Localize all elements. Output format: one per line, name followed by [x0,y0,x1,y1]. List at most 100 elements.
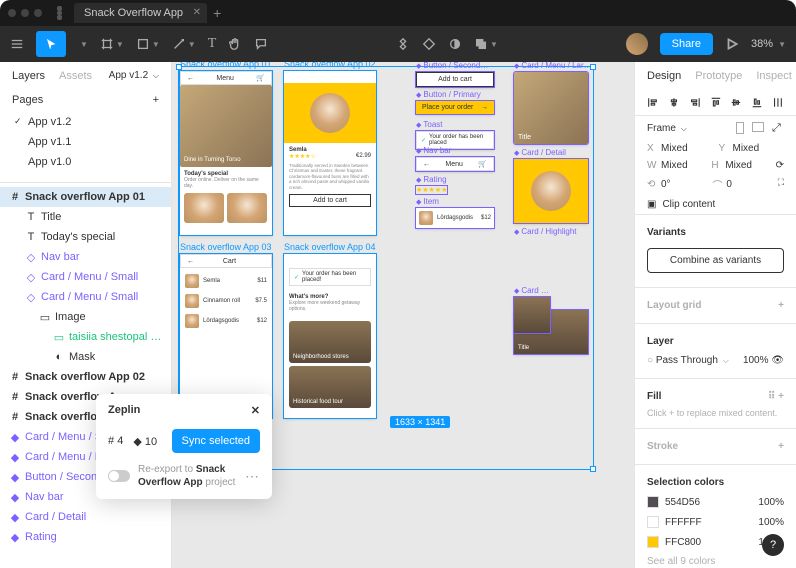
frame-label[interactable]: Snack overflow App 02 [284,62,376,69]
add-grid-button[interactable]: + [778,300,784,311]
zoom-level[interactable]: 38% ▼ [751,38,786,50]
layer-row[interactable]: ◐Mask [0,347,171,367]
boolean-icon[interactable] [448,37,462,51]
page-item[interactable]: App v1.1 [4,132,167,152]
mask-icon[interactable] [422,37,436,51]
union-icon[interactable]: ▼ [474,37,498,51]
sync-button[interactable]: Sync selected [172,429,260,453]
resize-fit-icon[interactable]: ⤢ [772,122,784,132]
frame-label[interactable]: Snack overflow App 04 [284,242,376,252]
component-label[interactable]: Nav bar [416,146,451,155]
component-icon[interactable] [396,37,410,51]
landscape-icon[interactable] [752,122,764,132]
figma-logo-icon[interactable] [54,6,64,20]
tab-assets[interactable]: Assets [59,70,92,82]
selection-dimensions: 1633 × 1341 [390,416,450,428]
frame-label[interactable]: Snack overflow App 01 [180,62,272,69]
visibility-icon[interactable]: 👁 [771,355,784,366]
component-label[interactable]: Card / Detail [514,148,566,157]
w-input[interactable]: Mixed [661,160,688,171]
corners-icon[interactable]: ⛶ [778,177,784,192]
more-icon[interactable]: ⋯ [245,468,260,485]
window-controls[interactable] [8,9,42,17]
component-label[interactable]: Rating [416,175,447,184]
component-label[interactable]: Card / Menu / Lar… [514,62,592,70]
frame-label[interactable]: Snack overflow App 03 [180,242,272,252]
move-tool[interactable] [36,31,66,57]
page-item[interactable]: App v1.2 [4,112,167,132]
present-icon[interactable] [725,37,739,51]
new-tab-button[interactable]: + [213,5,221,21]
layer-row[interactable]: ◇Nav bar [0,247,171,267]
component-label[interactable]: Button / Primary [416,90,481,99]
shape-tool[interactable]: ▼ [136,37,160,51]
text-tool[interactable]: T [208,36,217,52]
tab-prototype[interactable]: Prototype [695,70,742,82]
layer-row[interactable]: ▭taisiia shestopal NLpRolH… [0,327,171,347]
layer-row[interactable]: ◆Rating [0,527,171,547]
layer-row[interactable]: TTitle [0,207,171,227]
component[interactable]: Place your order→ [416,101,494,114]
layer-tree: #Snack overflow App 01TTitleTToday's spe… [0,182,171,568]
portrait-icon[interactable] [736,122,744,134]
component[interactable]: Lördagsgodis$12 [416,208,494,228]
component[interactable]: ←Menu🛒 [416,157,494,171]
close-icon[interactable]: ✕ [193,7,201,18]
add-fill-button[interactable]: + [778,391,784,402]
style-icon[interactable]: ⠿ [768,391,775,402]
layer-row[interactable]: TToday's special [0,227,171,247]
component-label[interactable]: Item [416,197,439,206]
artboard[interactable]: ←Menu🛒 Dine in Turning Torso Today's spe… [180,71,272,235]
tab-inspect[interactable]: Inspect [756,70,791,82]
y-input[interactable]: Mixed [733,143,760,154]
zeplin-title: Zeplin [108,404,140,417]
layer-row[interactable]: ▭Image [0,307,171,327]
artboard[interactable]: Semla★★★★☆€2.99Traditionally served in S… [284,71,376,235]
comment-tool[interactable] [254,37,268,51]
file-tab[interactable]: Snack Overflow App✕ [74,3,207,23]
add-page-button[interactable]: + [153,94,159,106]
clip-checkbox[interactable]: ▣ [647,199,656,210]
component-label[interactable]: Card … [514,286,549,295]
opacity-input[interactable]: 100% [743,355,769,366]
menu-icon[interactable] [10,37,24,51]
layer-row[interactable]: ◇Card / Menu / Small [0,267,171,287]
tab-design[interactable]: Design [647,70,681,82]
component-label[interactable]: Toast [416,120,443,129]
frame-tool[interactable]: ▼ [100,37,124,51]
align-controls[interactable] [635,90,796,116]
layer-row[interactable]: #Snack overflow App 02 [0,367,171,387]
constrain-icon[interactable]: ⟳ [776,160,784,171]
close-icon[interactable]: ✕ [251,404,260,417]
component[interactable] [514,159,588,223]
component[interactable]: Title [514,72,588,144]
radius-input[interactable]: 0 [726,179,732,190]
layer-row[interactable]: ◆Card / Detail [0,507,171,527]
reexport-toggle[interactable] [108,470,130,482]
component-label[interactable]: Button / Second… [416,62,488,70]
combine-variants-button[interactable]: Combine as variants [647,248,784,273]
avatar[interactable] [626,33,648,55]
share-button[interactable]: Share [660,33,713,55]
layer-row[interactable]: ◇Card / Menu / Small [0,287,171,307]
page-selector[interactable]: App v1.2 ⌵ [109,70,159,82]
help-button[interactable]: ? [762,534,784,556]
x-input[interactable]: Mixed [661,143,688,154]
add-stroke-button[interactable]: + [778,441,784,452]
component[interactable]: ★★★★★ [416,186,447,194]
layer-row[interactable]: #Snack overflow App 01 [0,187,171,207]
tab-layers[interactable]: Layers [12,70,45,82]
pages-header: Pages [12,94,43,106]
frame-type[interactable]: Frame ⌵ [647,123,687,134]
artboard[interactable]: ✓Your order has been placed! What's more… [284,254,376,418]
rotation-input[interactable]: 0° [661,179,671,190]
component-label[interactable]: Card / Highlight [514,227,577,236]
page-item[interactable]: App v1.0 [4,152,167,172]
blend-mode[interactable]: Pass Through [656,355,718,366]
hand-tool[interactable] [228,37,242,51]
pen-tool[interactable]: ▼ [172,37,196,51]
zeplin-popup: Zeplin✕ # 4 ◆ 10 Sync selected Re-export… [96,394,272,499]
component[interactable]: Add to cart [416,72,494,87]
h-input[interactable]: Mixed [725,160,752,171]
component[interactable] [514,297,550,333]
